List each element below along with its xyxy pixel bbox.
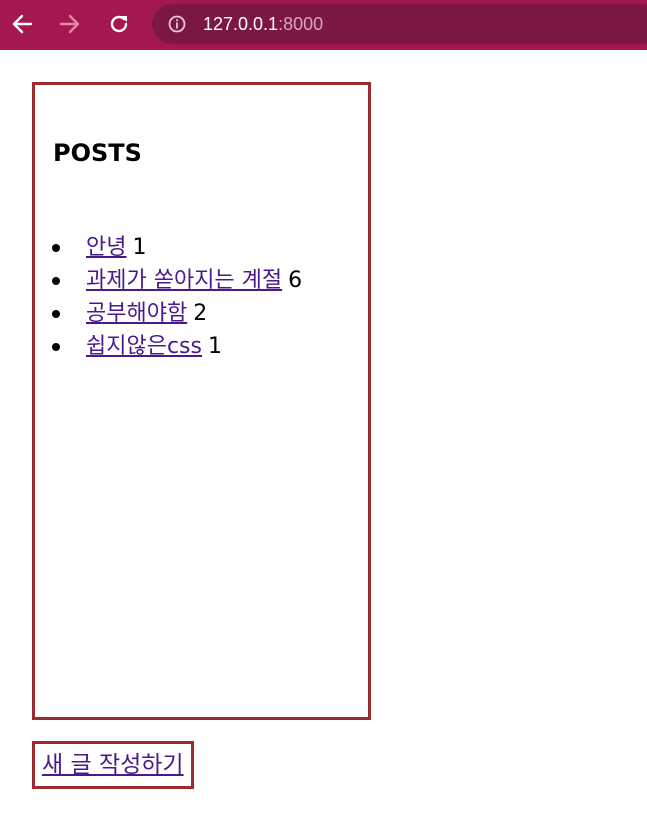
post-link[interactable]: 과제가 쏟아지는 계절 — [86, 268, 282, 293]
url-port: :8000 — [278, 14, 324, 34]
posts-heading: POSTS — [53, 139, 142, 167]
post-entry: 쉽지않은css 1 — [86, 330, 222, 363]
back-button[interactable] — [6, 8, 38, 40]
post-link[interactable]: 쉽지않은css — [86, 334, 202, 359]
post-entry: 안녕 1 — [86, 231, 146, 264]
info-icon[interactable] — [168, 15, 186, 33]
post-entry: 공부해야함 2 — [86, 297, 207, 330]
url-host: 127.0.0.1 — [203, 14, 279, 34]
post-count: 2 — [193, 301, 208, 326]
bullet-icon — [52, 343, 60, 351]
arrow-left-icon — [12, 14, 33, 34]
post-count: 1 — [132, 235, 147, 260]
post-count: 1 — [207, 334, 222, 359]
post-link[interactable]: 공부해야함 — [86, 301, 187, 326]
arrow-right-icon — [59, 14, 80, 34]
browser-toolbar: 127.0.0.1:8000 — [0, 0, 647, 50]
bullet-icon — [52, 277, 60, 285]
bullet-icon — [52, 244, 60, 252]
reload-button[interactable] — [103, 8, 135, 40]
posts-panel: POSTS 안녕 1 과제가 쏟아지는 계절 6 공부해야함 2 쉽지않은css 1 — [32, 82, 371, 720]
address-bar[interactable]: 127.0.0.1:8000 — [152, 4, 647, 44]
post-link[interactable]: 안녕 — [86, 235, 126, 260]
new-post-link[interactable]: 새 글 작성하기 — [42, 750, 184, 780]
reload-icon — [110, 15, 128, 33]
post-count: 6 — [288, 268, 303, 293]
forward-button[interactable] — [54, 8, 86, 40]
url-text[interactable]: 127.0.0.1:8000 — [203, 13, 323, 35]
bullet-icon — [52, 310, 60, 318]
post-entry: 과제가 쏟아지는 계절 6 — [86, 264, 302, 297]
new-post-container: 새 글 작성하기 — [32, 741, 194, 789]
